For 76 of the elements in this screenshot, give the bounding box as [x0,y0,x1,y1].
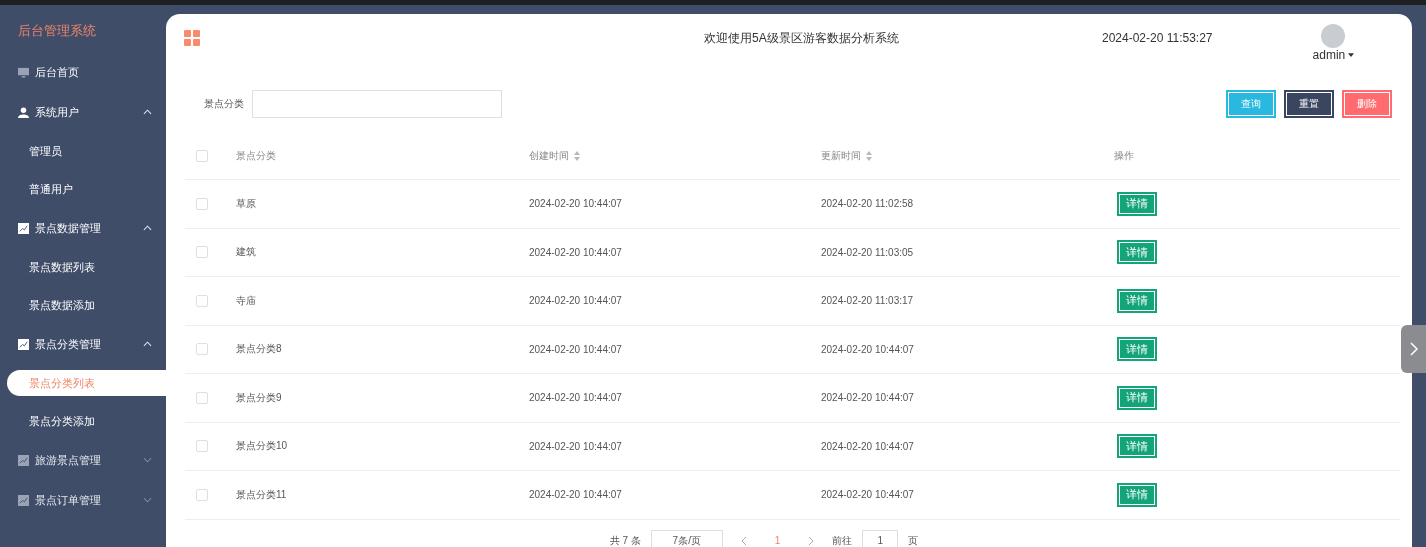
chart-icon [18,494,29,506]
checkbox[interactable] [196,391,208,404]
chevron-up-icon [143,341,152,347]
submenu-item[interactable]: 景点数据添加 [0,286,166,324]
menu-item[interactable]: 景点分类管理 [0,324,166,364]
table-cell-text: 景点分类8 [236,342,283,357]
chart-icon [18,222,29,234]
column-header: 操作 [1114,148,1134,163]
expand-panel-button[interactable] [1401,325,1426,373]
chevron-right-icon [1409,342,1418,356]
menu-item[interactable]: 景点数据管理 [0,208,166,248]
sort-icon[interactable] [574,150,580,161]
menu-item[interactable]: 后台首页 [0,52,166,92]
checkbox[interactable] [196,246,208,259]
submenu-item[interactable]: 景点分类添加 [0,402,166,440]
chevron-up-icon [143,225,152,231]
table-cell-text: 2024-02-20 10:44:07 [821,440,915,452]
table-cell-text: 2024-02-20 11:03:17 [821,295,915,307]
table-cell-text: 2024-02-20 10:44:07 [821,489,915,501]
table-cell-text: 2024-02-20 10:44:07 [529,392,623,404]
total-count: 共 7 条 [609,533,641,547]
app-title: 后台管理系统 [17,22,97,40]
caret-icon [1348,53,1355,57]
table-cell-text: 草原 [236,196,257,211]
table-cell-text: 2024-02-20 10:44:07 [821,343,915,355]
user-icon [18,106,29,118]
table-cell-text: 2024-02-20 10:44:07 [529,343,623,355]
column-header: 景点分类 [236,148,276,163]
submenu-item[interactable]: 景点数据列表 [0,248,166,286]
field-label: 景点分类 [204,97,244,111]
table-cell-text: 2024-02-20 10:44:07 [529,246,623,258]
checkbox[interactable] [196,149,208,162]
table-cell-text: 2024-02-20 10:44:07 [821,392,915,404]
avatar-icon[interactable] [1321,24,1346,48]
chart-icon [18,338,29,350]
table-cell-text: 2024-02-20 10:44:07 [529,489,623,501]
goto-label: 前往 [832,533,853,547]
table-cell-text: 景点分类11 [236,487,288,502]
chevron-left-icon[interactable] [740,535,747,546]
menu-item[interactable]: 旅游景点管理 [0,440,166,480]
checkbox[interactable] [196,294,208,307]
table-cell-text: 2024-02-20 10:44:07 [529,295,623,307]
table-cell-text: 景点分类9 [236,390,283,405]
column-header: 创建时间 [529,148,569,163]
table-cell-text: 2024-02-20 11:02:58 [821,198,915,210]
grid-icon[interactable] [184,30,200,46]
page-title: 欢迎使用5A级景区游客数据分析系统 [704,29,900,47]
checkbox[interactable] [196,343,208,356]
column-header: 更新时间 [821,148,861,163]
page-size-select[interactable]: 7条/页 [650,529,723,547]
table-cell-text: 2024-02-20 11:03:05 [821,246,915,258]
submenu-item[interactable]: 管理员 [0,132,166,170]
reset-button[interactable]: 重置 [1284,90,1334,118]
checkbox[interactable] [196,440,208,453]
checkbox[interactable] [196,488,208,501]
table-cell-text: 建筑 [236,245,257,260]
checkbox[interactable] [196,197,208,210]
user-menu[interactable]: admin [1312,48,1355,62]
page-suffix: 页 [908,533,919,547]
chevron-down-icon [143,457,152,463]
datetime: 2024-02-20 11:53:27 [1102,31,1213,45]
chevron-down-icon [143,497,152,503]
page-input[interactable]: 1 [862,529,899,547]
menu-item[interactable]: 系统用户 [0,92,166,132]
monitor-icon [18,66,29,78]
input-field[interactable] [252,90,502,118]
chevron-right-icon[interactable] [808,535,815,546]
chart-icon [18,454,29,466]
sort-icon[interactable] [866,150,872,161]
chevron-up-icon [143,109,152,115]
table-cell-text: 2024-02-20 10:44:07 [529,198,623,210]
submenu-item[interactable]: 普通用户 [0,170,166,208]
menu-item[interactable]: 景点订单管理 [0,480,166,520]
table-cell-text: 寺庙 [236,293,257,308]
table-cell-text: 景点分类10 [236,439,289,454]
table-cell-text: 2024-02-20 10:44:07 [529,440,623,452]
